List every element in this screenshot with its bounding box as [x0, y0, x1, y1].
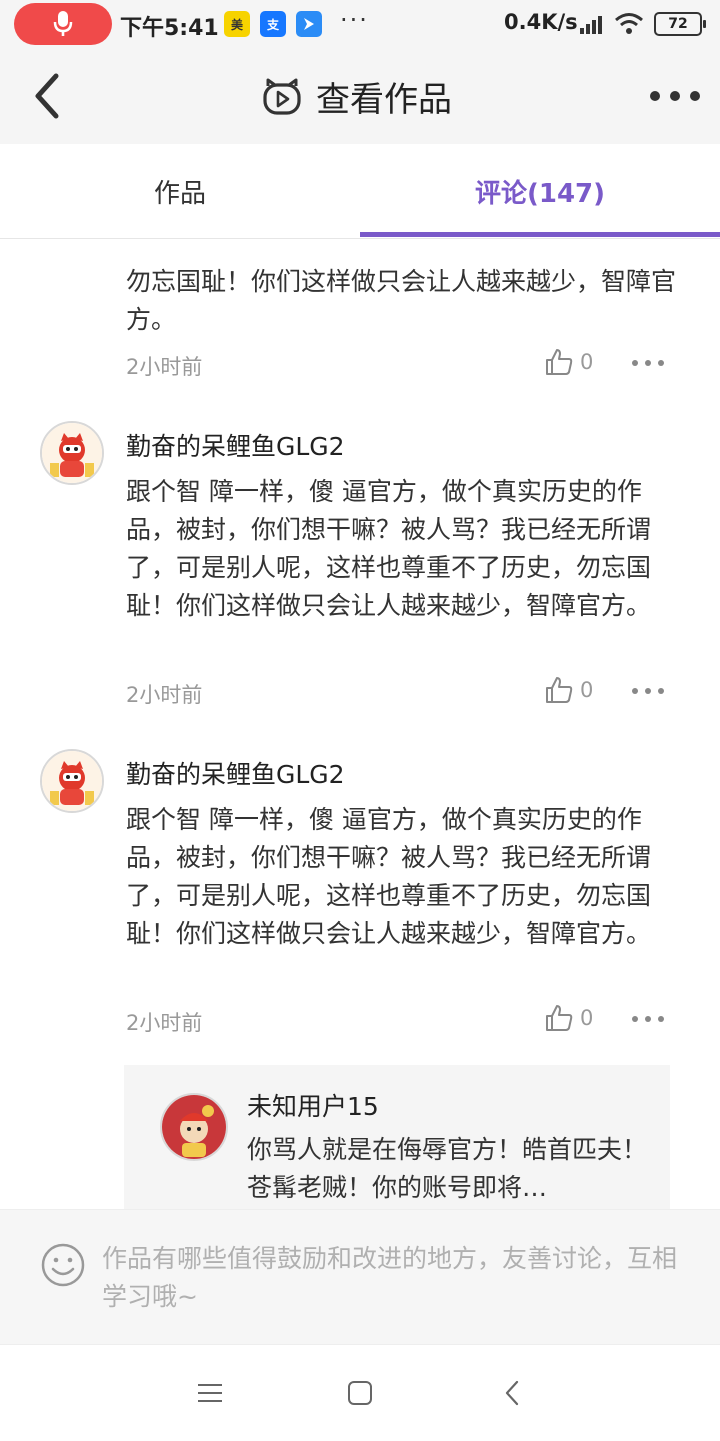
user-avatar-image	[42, 751, 102, 811]
comment-input-bar[interactable]: 作品有哪些值得鼓励和改进的地方，友善讨论，互相学习哦~	[0, 1209, 720, 1345]
status-time: 下午5:41	[120, 16, 219, 41]
microphone-icon	[53, 11, 73, 36]
comment-more-button[interactable]	[632, 1016, 664, 1022]
tab-works[interactable]: 作品	[0, 144, 360, 238]
like-button[interactable]: 0	[544, 1003, 593, 1033]
comment-time: 2小时前	[126, 355, 203, 379]
comment-username[interactable]: 勤奋的呆鲤鱼GLG2	[126, 427, 345, 463]
comment-username[interactable]: 勤奋的呆鲤鱼GLG2	[126, 755, 345, 791]
user-avatar-image	[162, 1095, 226, 1159]
nav-back-button[interactable]	[492, 1373, 532, 1413]
reply-avatar[interactable]	[160, 1093, 228, 1161]
like-count: 0	[580, 1006, 594, 1030]
blue-app-icon	[296, 11, 322, 37]
dot	[645, 360, 651, 366]
comment-text: 跟个智 障一样，傻 逼官方，做个真实历史的作品，被封，你们想干嘛？被人骂？我已经…	[126, 805, 652, 948]
wifi-icon	[615, 13, 643, 34]
status-bar: 下午5:41 美 支 ··· 0.4K/s 72	[0, 0, 720, 48]
menu-button[interactable]	[190, 1373, 230, 1413]
thumbs-up-icon	[546, 1005, 573, 1031]
comment-more-button[interactable]	[632, 688, 664, 694]
dot	[632, 688, 638, 694]
dot	[645, 688, 651, 694]
video-play-icon	[263, 78, 301, 115]
dot	[645, 1016, 651, 1022]
reply-text: 你骂人就是在侮辱官方！皓首匹夫！苍髯老贼！你的账号即将…	[247, 1135, 648, 1202]
comment-time: 2小时前	[126, 683, 203, 707]
dot	[632, 1016, 638, 1022]
network-speed: 0.4K/s	[504, 10, 578, 34]
home-button[interactable]	[340, 1373, 380, 1413]
comment-text: 跟个智 障一样，傻 逼官方，做个真实历史的作品，被封，你们想干嘛？被人骂？我已经…	[126, 477, 652, 620]
comment-list[interactable]: 勿忘国耻！你们这样做只会让人越来越少，智障官方。 2小时前 0 勤奋的呆鲤鱼GL…	[0, 239, 720, 1209]
thumbs-up-icon	[546, 677, 573, 703]
header-title-group: 查看作品	[262, 70, 452, 122]
tab-bar: 作品 评论(147)	[0, 144, 720, 239]
page-title: 查看作品	[316, 79, 452, 120]
dot	[658, 1016, 664, 1022]
app-header: 查看作品	[0, 48, 720, 144]
comment-more-button[interactable]	[632, 360, 664, 366]
meituan-icon: 美	[224, 11, 250, 37]
voice-recording-indicator[interactable]	[14, 3, 112, 45]
dot	[650, 91, 660, 101]
menu-icon	[198, 1384, 222, 1402]
user-avatar-image	[42, 423, 102, 483]
emoji-icon[interactable]	[40, 1242, 86, 1288]
back-button[interactable]	[28, 70, 68, 122]
active-tab-indicator	[360, 232, 720, 237]
comment-input[interactable]: 作品有哪些值得鼓励和改进的地方，友善讨论，互相学习哦~	[102, 1240, 692, 1316]
like-count: 0	[580, 678, 594, 702]
back-chevron-icon	[505, 1380, 519, 1406]
tab-comments[interactable]: 评论(147)	[360, 144, 720, 238]
alipay-icon: 支	[260, 11, 286, 37]
home-square-icon	[348, 1381, 372, 1405]
comment-text: 勿忘国耻！你们这样做只会让人越来越少，智障官方。	[126, 267, 677, 334]
dot	[632, 360, 638, 366]
like-button[interactable]: 0	[544, 675, 593, 705]
system-nav-bar	[0, 1344, 720, 1441]
thumbs-up-icon	[546, 349, 573, 375]
avatar[interactable]	[40, 421, 104, 485]
comment-time: 2小时前	[126, 1011, 203, 1035]
dot	[658, 360, 664, 366]
back-arrow-icon	[35, 73, 59, 119]
like-count: 0	[580, 350, 594, 374]
avatar[interactable]	[40, 749, 104, 813]
like-button[interactable]: 0	[544, 347, 593, 377]
dot	[690, 91, 700, 101]
dot	[658, 688, 664, 694]
battery-indicator: 72	[654, 12, 706, 36]
reply-username[interactable]: 未知用户15	[247, 1087, 379, 1123]
signal-icon	[580, 16, 602, 34]
more-notifications-icon: ···	[340, 6, 369, 34]
dot	[670, 91, 680, 101]
more-options-button[interactable]	[650, 78, 700, 114]
reply-preview[interactable]: 未知用户15 你骂人就是在侮辱官方！皓首匹夫！苍髯老贼！你的账号即将…	[124, 1065, 670, 1209]
